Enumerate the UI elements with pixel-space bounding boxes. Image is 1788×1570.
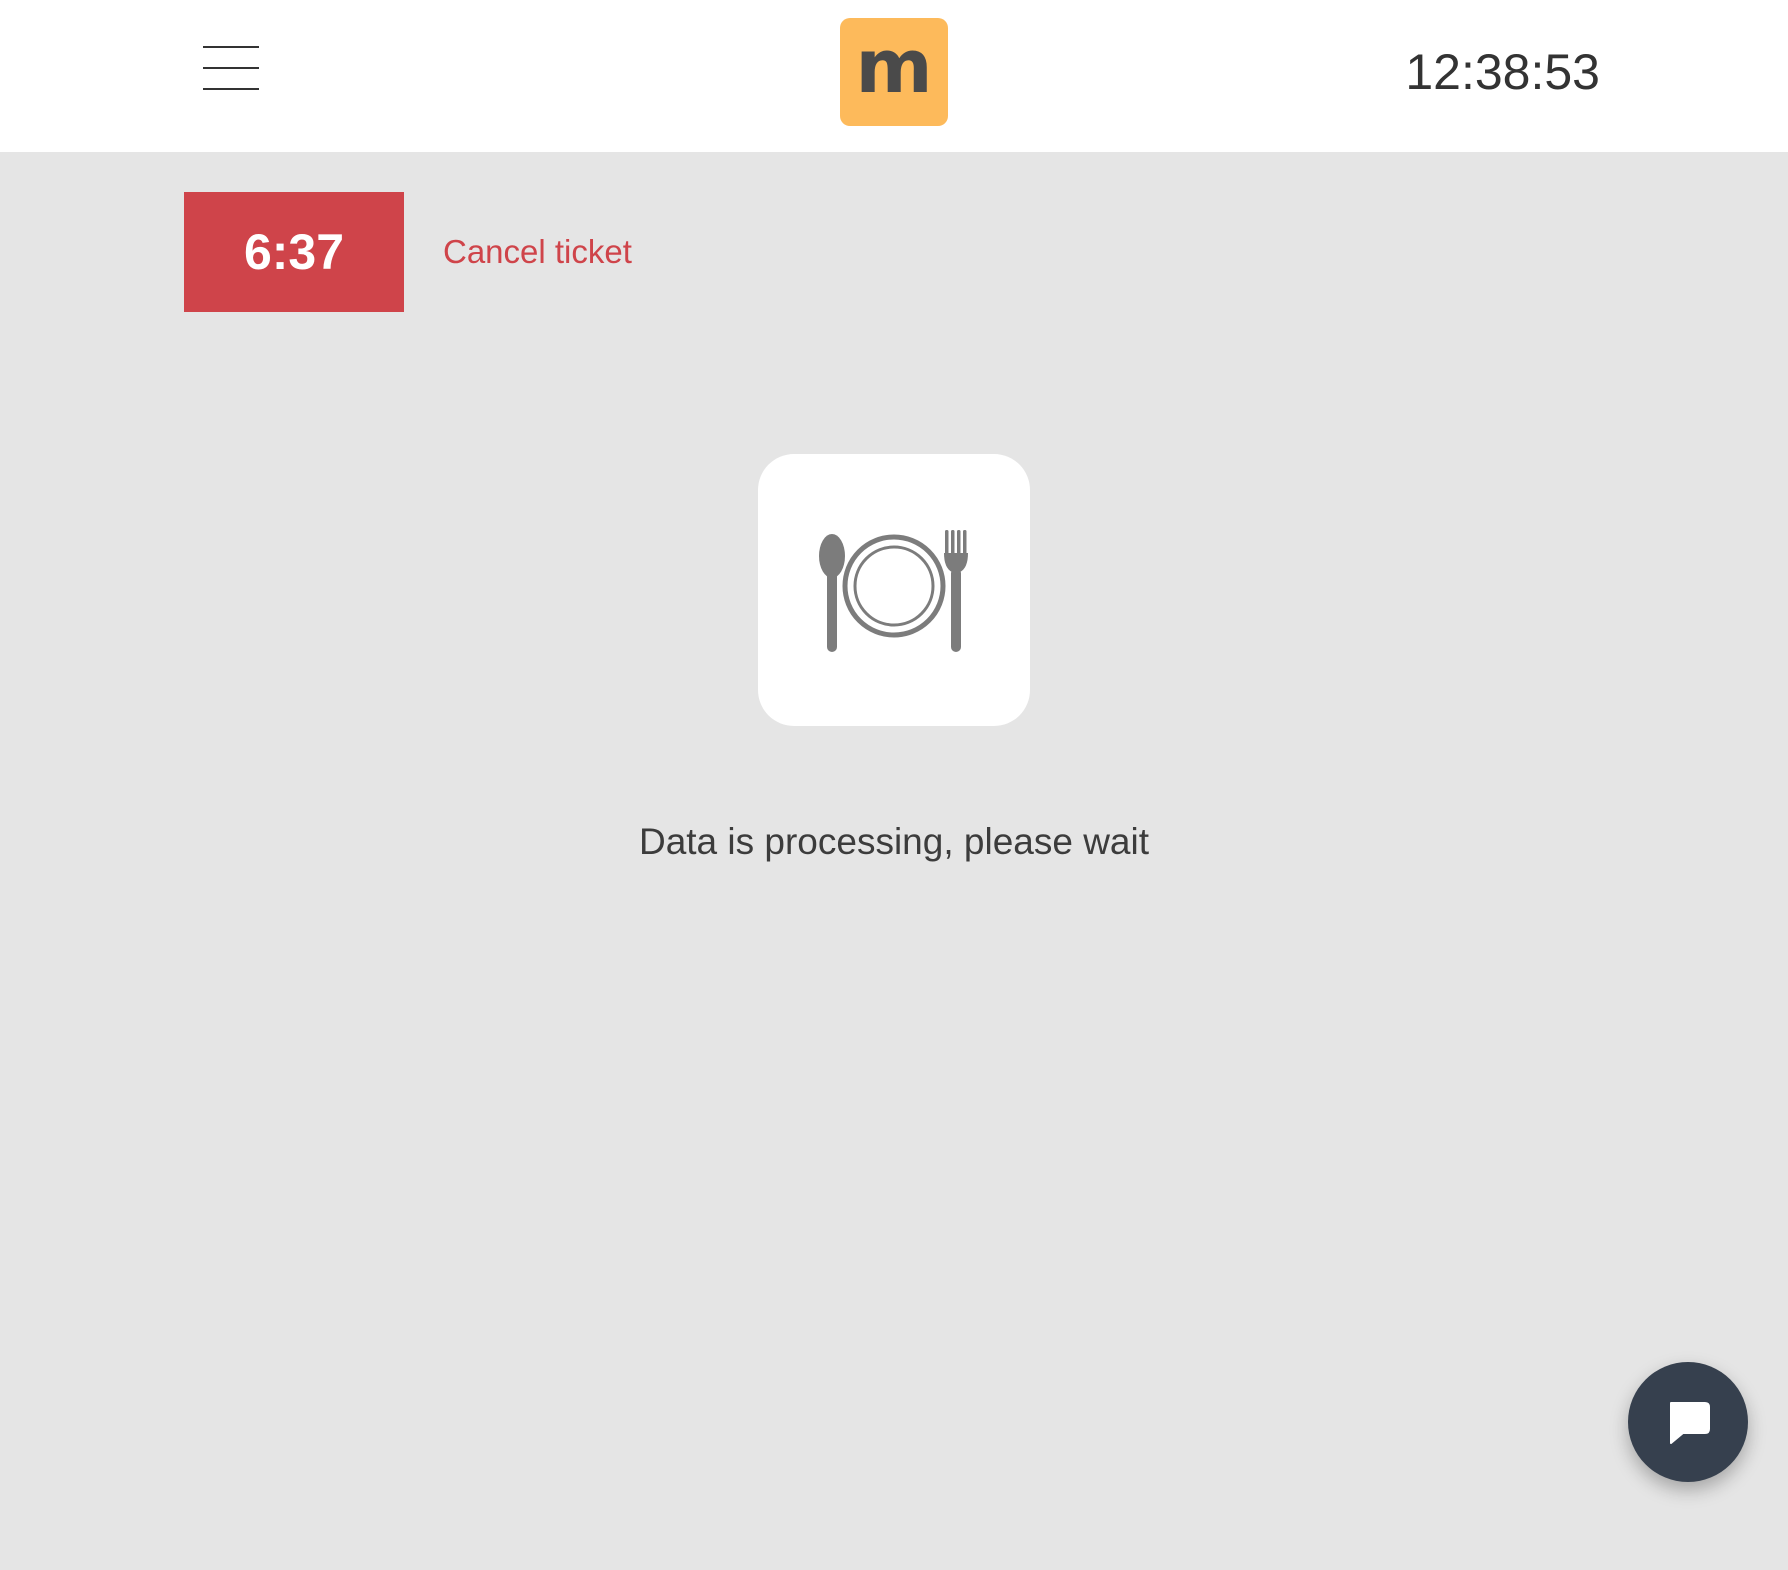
top-header: m 12:38:53 [0, 0, 1788, 152]
menu-line [203, 67, 259, 69]
menu-line [203, 88, 259, 90]
app-logo[interactable]: m [840, 18, 948, 126]
logo-letter: m [855, 24, 933, 110]
chat-bubble-icon [1670, 1402, 1710, 1444]
menu-line [203, 46, 259, 48]
clock: 12:38:53 [1405, 44, 1600, 100]
ticket-timer: 6:37 [184, 192, 404, 312]
plate-cutlery-icon [819, 530, 968, 652]
status-icon-card [758, 454, 1030, 726]
chat-button[interactable] [1628, 1362, 1748, 1482]
hamburger-menu-icon[interactable] [203, 46, 259, 90]
processing-message: Data is processing, please wait [638, 821, 1150, 862]
cancel-ticket-link[interactable]: Cancel ticket [443, 232, 632, 272]
